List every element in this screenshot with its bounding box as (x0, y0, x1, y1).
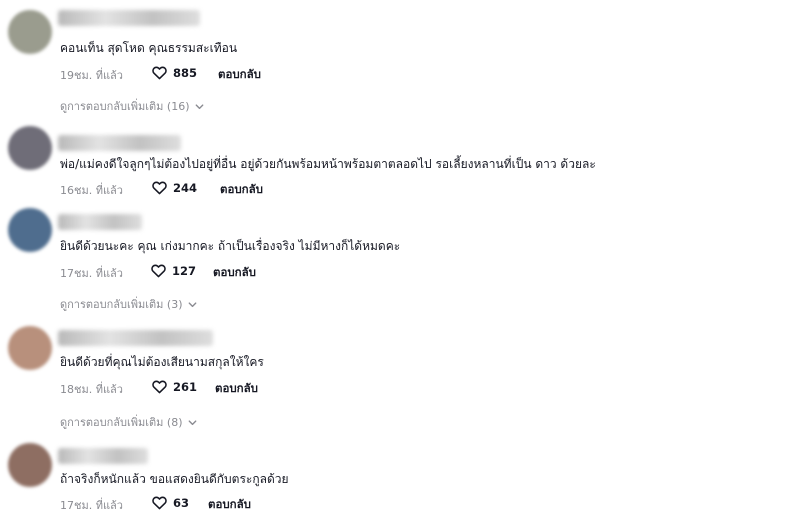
like-count: 261 (173, 379, 198, 394)
comment-item: พ่อ/แม่คงดีใจลูกๆไม่ต้องไปอยู่ที่อื่น อย… (0, 120, 800, 200)
comment-text: ยินดีด้วยที่คุณไม่ต้องเสียนามสกุลให้ใคร (60, 355, 264, 369)
comment-item: ถ้าจริงก็หนักแล้ว ขอแสดงยินดีกับตระกูลด้… (0, 435, 800, 527)
like-count: 885 (173, 65, 198, 80)
reply-button[interactable]: ตอบกลับ (218, 66, 261, 84)
username-blurred[interactable] (58, 135, 181, 151)
comment-time: 17ชม. ที่แล้ว (60, 267, 123, 280)
heart-outline-icon (152, 496, 167, 510)
comment-meta: 17ชม. ที่แล้ว 63 ตอบกลับ (60, 494, 320, 514)
like-button[interactable]: 127 (150, 262, 196, 279)
view-more-replies-label: ดูการตอบกลับเพิ่มเติม (16) (60, 100, 190, 113)
comment-time: 17ชม. ที่แล้ว (60, 499, 123, 512)
like-count: 63 (173, 495, 190, 510)
like-button[interactable]: 261 (151, 378, 197, 395)
view-more-replies-label: ดูการตอบกลับเพิ่มเติม (8) (60, 416, 183, 429)
comment-text: พ่อ/แม่คงดีใจลูกๆไม่ต้องไปอยู่ที่อื่น อย… (60, 157, 596, 171)
chevron-down-icon (188, 301, 196, 307)
like-button[interactable]: 885 (151, 64, 197, 81)
chevron-down-icon (195, 103, 203, 109)
avatar[interactable] (8, 10, 52, 54)
comment-text: คอนเท็น สุดโหด คุณธรรมสะเทือน (60, 41, 238, 55)
avatar[interactable] (8, 208, 52, 252)
like-count: 127 (172, 263, 197, 278)
comment-time: 16ชม. ที่แล้ว (60, 184, 123, 197)
heart-outline-icon (152, 181, 167, 195)
avatar[interactable] (8, 326, 52, 370)
avatar[interactable] (8, 443, 52, 487)
heart-outline-icon (152, 380, 167, 394)
username-blurred[interactable] (58, 448, 148, 464)
heart-outline-icon (151, 264, 166, 278)
reply-button[interactable]: ตอบกลับ (215, 380, 258, 398)
username-blurred[interactable] (58, 10, 200, 26)
comment-item: ยินดีด้วยที่คุณไม่ต้องเสียนามสกุลให้ใคร … (0, 320, 800, 435)
comment-text: ถ้าจริงก็หนักแล้ว ขอแสดงยินดีกับตระกูลด้… (60, 472, 289, 486)
like-button[interactable]: 244 (151, 179, 197, 196)
view-more-replies[interactable]: ดูการตอบกลับเพิ่มเติม (3) (60, 295, 198, 313)
reply-button[interactable]: ตอบกลับ (220, 181, 263, 199)
heart-outline-icon (152, 66, 167, 80)
reply-button[interactable]: ตอบกลับ (208, 496, 251, 514)
like-button[interactable]: 63 (151, 494, 189, 511)
comment-meta: 17ชม. ที่แล้ว 127 ตอบกลับ (60, 262, 320, 282)
view-more-replies[interactable]: ดูการตอบกลับเพิ่มเติม (16) (60, 97, 205, 115)
comment-item: ยินดีด้วยนะคะ คุณ เก่งมากคะ ถ้าเป็นเรื่อ… (0, 200, 800, 320)
view-more-replies-label: ดูการตอบกลับเพิ่มเติม (3) (60, 298, 183, 311)
comment-text: ยินดีด้วยนะคะ คุณ เก่งมากคะ ถ้าเป็นเรื่อ… (60, 239, 401, 253)
comment-time: 19ชม. ที่แล้ว (60, 69, 123, 82)
comment-meta: 19ชม. ที่แล้ว 885 ตอบกลับ (60, 64, 320, 84)
avatar[interactable] (8, 126, 52, 170)
comment-meta: 16ชม. ที่แล้ว 244 ตอบกลับ (60, 179, 320, 199)
comment-item: คอนเท็น สุดโหด คุณธรรมสะเทือน 19ชม. ที่แ… (0, 0, 800, 120)
view-more-replies[interactable]: ดูการตอบกลับเพิ่มเติม (8) (60, 413, 198, 431)
comment-meta: 18ชม. ที่แล้ว 261 ตอบกลับ (60, 378, 320, 398)
username-blurred[interactable] (58, 330, 213, 346)
reply-button[interactable]: ตอบกลับ (213, 264, 256, 282)
chevron-down-icon (188, 419, 196, 425)
username-blurred[interactable] (58, 214, 142, 230)
comment-time: 18ชม. ที่แล้ว (60, 383, 123, 396)
like-count: 244 (173, 180, 198, 195)
